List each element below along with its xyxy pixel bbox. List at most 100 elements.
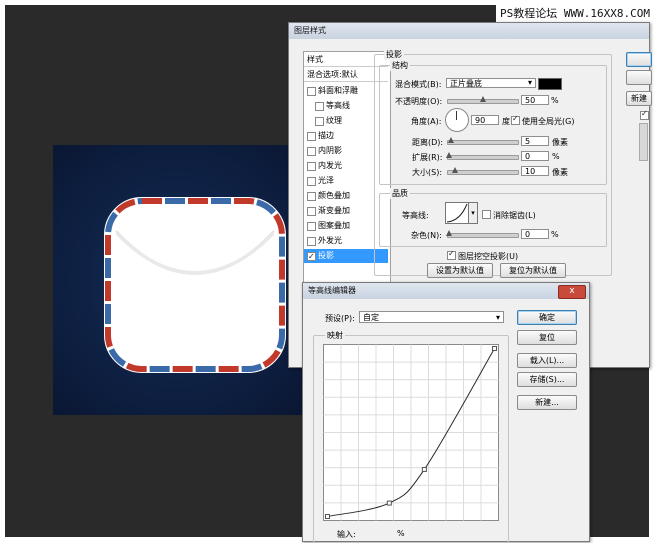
- style-item-checkbox[interactable]: [315, 102, 324, 111]
- preset-select[interactable]: 自定 ▾: [359, 311, 504, 323]
- angle-label: 角度(A):: [411, 117, 442, 126]
- style-item-checkbox[interactable]: [307, 207, 316, 216]
- size-slider[interactable]: [447, 167, 519, 175]
- contour-reset-button[interactable]: 复位: [517, 330, 577, 345]
- input-label: 输入:: [337, 530, 356, 539]
- opacity-unit: %: [551, 96, 559, 105]
- preset-label: 预设(P):: [325, 314, 355, 323]
- antialias-checkbox[interactable]: [482, 210, 491, 219]
- distance-unit: 像素: [552, 138, 568, 147]
- size-label: 大小(S):: [412, 168, 443, 177]
- spread-unit: %: [552, 152, 560, 161]
- shadow-color-swatch[interactable]: [538, 78, 562, 90]
- contour-save-button[interactable]: 存储(S)...: [517, 372, 577, 387]
- new-style-button[interactable]: 新建: [626, 91, 652, 106]
- global-light-checkbox[interactable]: [511, 114, 520, 125]
- curve-point[interactable]: [421, 466, 427, 472]
- envelope-icon: [104, 197, 286, 373]
- angle-needle: [456, 111, 457, 120]
- spread-slider-thumb[interactable]: [446, 152, 452, 158]
- set-default-button[interactable]: 设置为默认值: [427, 263, 493, 278]
- preset-value: 自定: [363, 313, 379, 322]
- contour-preview[interactable]: [445, 202, 469, 224]
- blend-mode-label: 混合模式(B):: [395, 80, 442, 89]
- spread-label: 扩展(R):: [412, 153, 443, 162]
- style-item-checkbox[interactable]: [307, 87, 316, 96]
- style-item-checkbox[interactable]: [307, 147, 316, 156]
- size-unit: 像素: [552, 168, 568, 177]
- opacity-slider[interactable]: [447, 96, 519, 104]
- style-item-checkbox[interactable]: [307, 192, 316, 201]
- blend-mode-value: 正片叠底: [450, 79, 482, 88]
- knockout-checkbox[interactable]: [447, 249, 456, 260]
- chevron-down-icon: ▾: [471, 209, 475, 217]
- mapping-title: 映射: [325, 330, 345, 341]
- close-icon: x: [569, 286, 575, 296]
- close-button[interactable]: x: [558, 285, 586, 299]
- noise-label: 杂色(N):: [411, 231, 442, 240]
- style-item-checkbox[interactable]: [315, 117, 324, 126]
- style-item-label: 光泽: [318, 176, 334, 185]
- distance-slider[interactable]: [447, 137, 519, 145]
- curve-point[interactable]: [325, 514, 330, 519]
- angle-unit: 度: [502, 117, 510, 126]
- style-item-label: 描边: [318, 131, 334, 140]
- contour-new-button[interactable]: 新建...: [517, 395, 577, 410]
- spread-input[interactable]: 0: [521, 151, 549, 161]
- contour-curve-icon: [446, 203, 468, 223]
- style-item-checkbox[interactable]: [307, 222, 316, 231]
- noise-input[interactable]: 0: [521, 229, 549, 239]
- style-item-checkbox[interactable]: [307, 250, 316, 264]
- blend-mode-select[interactable]: 正片叠底 ▾: [446, 78, 536, 88]
- style-item-checkbox[interactable]: [307, 177, 316, 186]
- style-item-label: 颜色叠加: [318, 191, 350, 200]
- style-item-label: 纹理: [326, 116, 342, 125]
- chevron-down-icon: ▾: [495, 313, 500, 322]
- distance-input[interactable]: 5: [521, 136, 549, 146]
- noise-slider[interactable]: [446, 230, 519, 238]
- noise-slider-thumb[interactable]: [446, 230, 452, 236]
- opacity-label: 不透明度(O):: [395, 97, 443, 106]
- size-slider-thumb[interactable]: [452, 167, 458, 173]
- style-item-label: 内阴影: [318, 146, 342, 155]
- styles-header[interactable]: 样式: [307, 54, 323, 65]
- style-item-label: 等高线: [326, 101, 350, 110]
- antialias-label: 消除锯齿(L): [493, 211, 536, 220]
- ok-button[interactable]: [626, 52, 652, 67]
- cancel-button[interactable]: [626, 70, 652, 85]
- contour-dropdown-button[interactable]: ▾: [468, 202, 478, 224]
- contour-label: 等高线:: [402, 211, 429, 220]
- style-item-label: 渐变叠加: [318, 206, 350, 215]
- contour-graph[interactable]: [323, 344, 499, 521]
- style-item-checkbox[interactable]: [307, 162, 316, 171]
- angle-dial[interactable]: [445, 108, 469, 132]
- chevron-down-icon: ▾: [527, 78, 532, 87]
- preview-checkbox[interactable]: [640, 109, 649, 120]
- input-unit: %: [397, 529, 405, 538]
- curve-point[interactable]: [386, 500, 392, 506]
- opacity-slider-thumb[interactable]: [480, 96, 486, 102]
- style-item-label: 图案叠加: [318, 221, 350, 230]
- size-input[interactable]: 10: [521, 166, 549, 176]
- structure-title: 结构: [390, 60, 410, 71]
- reset-default-button[interactable]: 复位为默认值: [500, 263, 566, 278]
- contour-ok-button[interactable]: 确定: [517, 310, 577, 325]
- curve-point[interactable]: [492, 346, 497, 351]
- style-item-label: 内发光: [318, 161, 342, 170]
- contour-load-button[interactable]: 载入(L)...: [517, 353, 577, 368]
- contour-editor-title: 等高线编辑器: [303, 283, 589, 299]
- watermark: PS教程论坛 WWW.16XX8.COM: [496, 4, 654, 22]
- knockout-label: 图层挖空投影(U): [458, 252, 519, 261]
- style-item-checkbox[interactable]: [307, 237, 316, 246]
- noise-unit: %: [551, 230, 559, 239]
- distance-label: 距离(D):: [412, 138, 444, 147]
- quality-title: 品质: [390, 188, 410, 199]
- contour-editor-dialog: 等高线编辑器 x 预设(P): 自定 ▾ 映射 输入: % 确定 复位 载入(L)…: [302, 282, 590, 543]
- style-item-checkbox[interactable]: [307, 132, 316, 141]
- angle-input[interactable]: 90: [471, 115, 499, 125]
- style-item-label: 投影: [318, 251, 334, 260]
- distance-slider-thumb[interactable]: [448, 137, 454, 143]
- spread-slider[interactable]: [446, 152, 519, 160]
- section-title: 投影: [384, 49, 404, 60]
- opacity-input[interactable]: 50: [521, 95, 549, 105]
